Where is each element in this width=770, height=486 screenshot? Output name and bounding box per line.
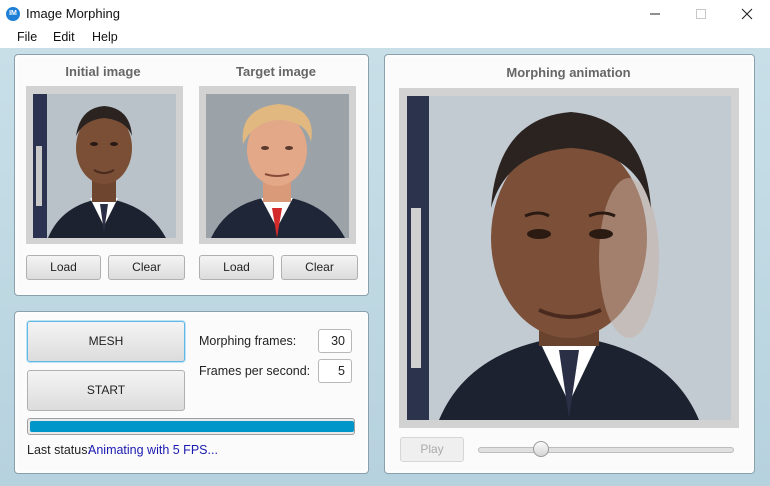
initial-load-button[interactable]: Load: [26, 255, 101, 280]
maximize-icon: [696, 9, 706, 19]
animation-title: Morphing animation: [506, 65, 631, 80]
target-image-frame[interactable]: [199, 86, 356, 244]
target-image-portrait: [206, 94, 349, 238]
minimize-button[interactable]: [632, 0, 678, 28]
morphing-frames-label: Morphing frames:: [199, 334, 297, 348]
initial-clear-button[interactable]: Clear: [108, 255, 185, 280]
menu-help[interactable]: Help: [92, 30, 118, 44]
initial-image-portrait: [33, 94, 176, 238]
mesh-button[interactable]: MESH: [27, 321, 185, 362]
play-button[interactable]: Play: [400, 437, 464, 462]
minimize-icon: [650, 13, 660, 15]
progress-fill: [30, 421, 354, 432]
status-text: Animating with 5 FPS...: [88, 443, 218, 457]
status-label: Last status:: [27, 443, 91, 457]
morphing-frames-field[interactable]: 30: [318, 329, 352, 353]
progress-bar: [27, 418, 355, 435]
maximize-button[interactable]: [678, 0, 724, 28]
fps-field[interactable]: 5: [318, 359, 352, 383]
close-icon: [741, 8, 753, 20]
title-bar[interactable]: IM Image Morphing: [0, 0, 770, 28]
initial-image-title: Initial image: [65, 64, 141, 79]
frame-slider-track[interactable]: [478, 447, 734, 453]
target-load-button[interactable]: Load: [199, 255, 274, 280]
target-image-title: Target image: [236, 64, 316, 79]
animation-frame: [399, 88, 739, 428]
morph-preview-image: [407, 96, 731, 420]
menu-file[interactable]: File: [17, 30, 37, 44]
close-button[interactable]: [724, 0, 770, 28]
menu-edit[interactable]: Edit: [53, 30, 75, 44]
target-clear-button[interactable]: Clear: [281, 255, 358, 280]
fps-label: Frames per second:: [199, 364, 311, 378]
window-title: Image Morphing: [26, 6, 120, 21]
initial-image-frame[interactable]: [26, 86, 183, 244]
menu-bar: File Edit Help: [0, 28, 770, 48]
app-icon: IM: [6, 7, 20, 21]
start-button[interactable]: START: [27, 370, 185, 411]
